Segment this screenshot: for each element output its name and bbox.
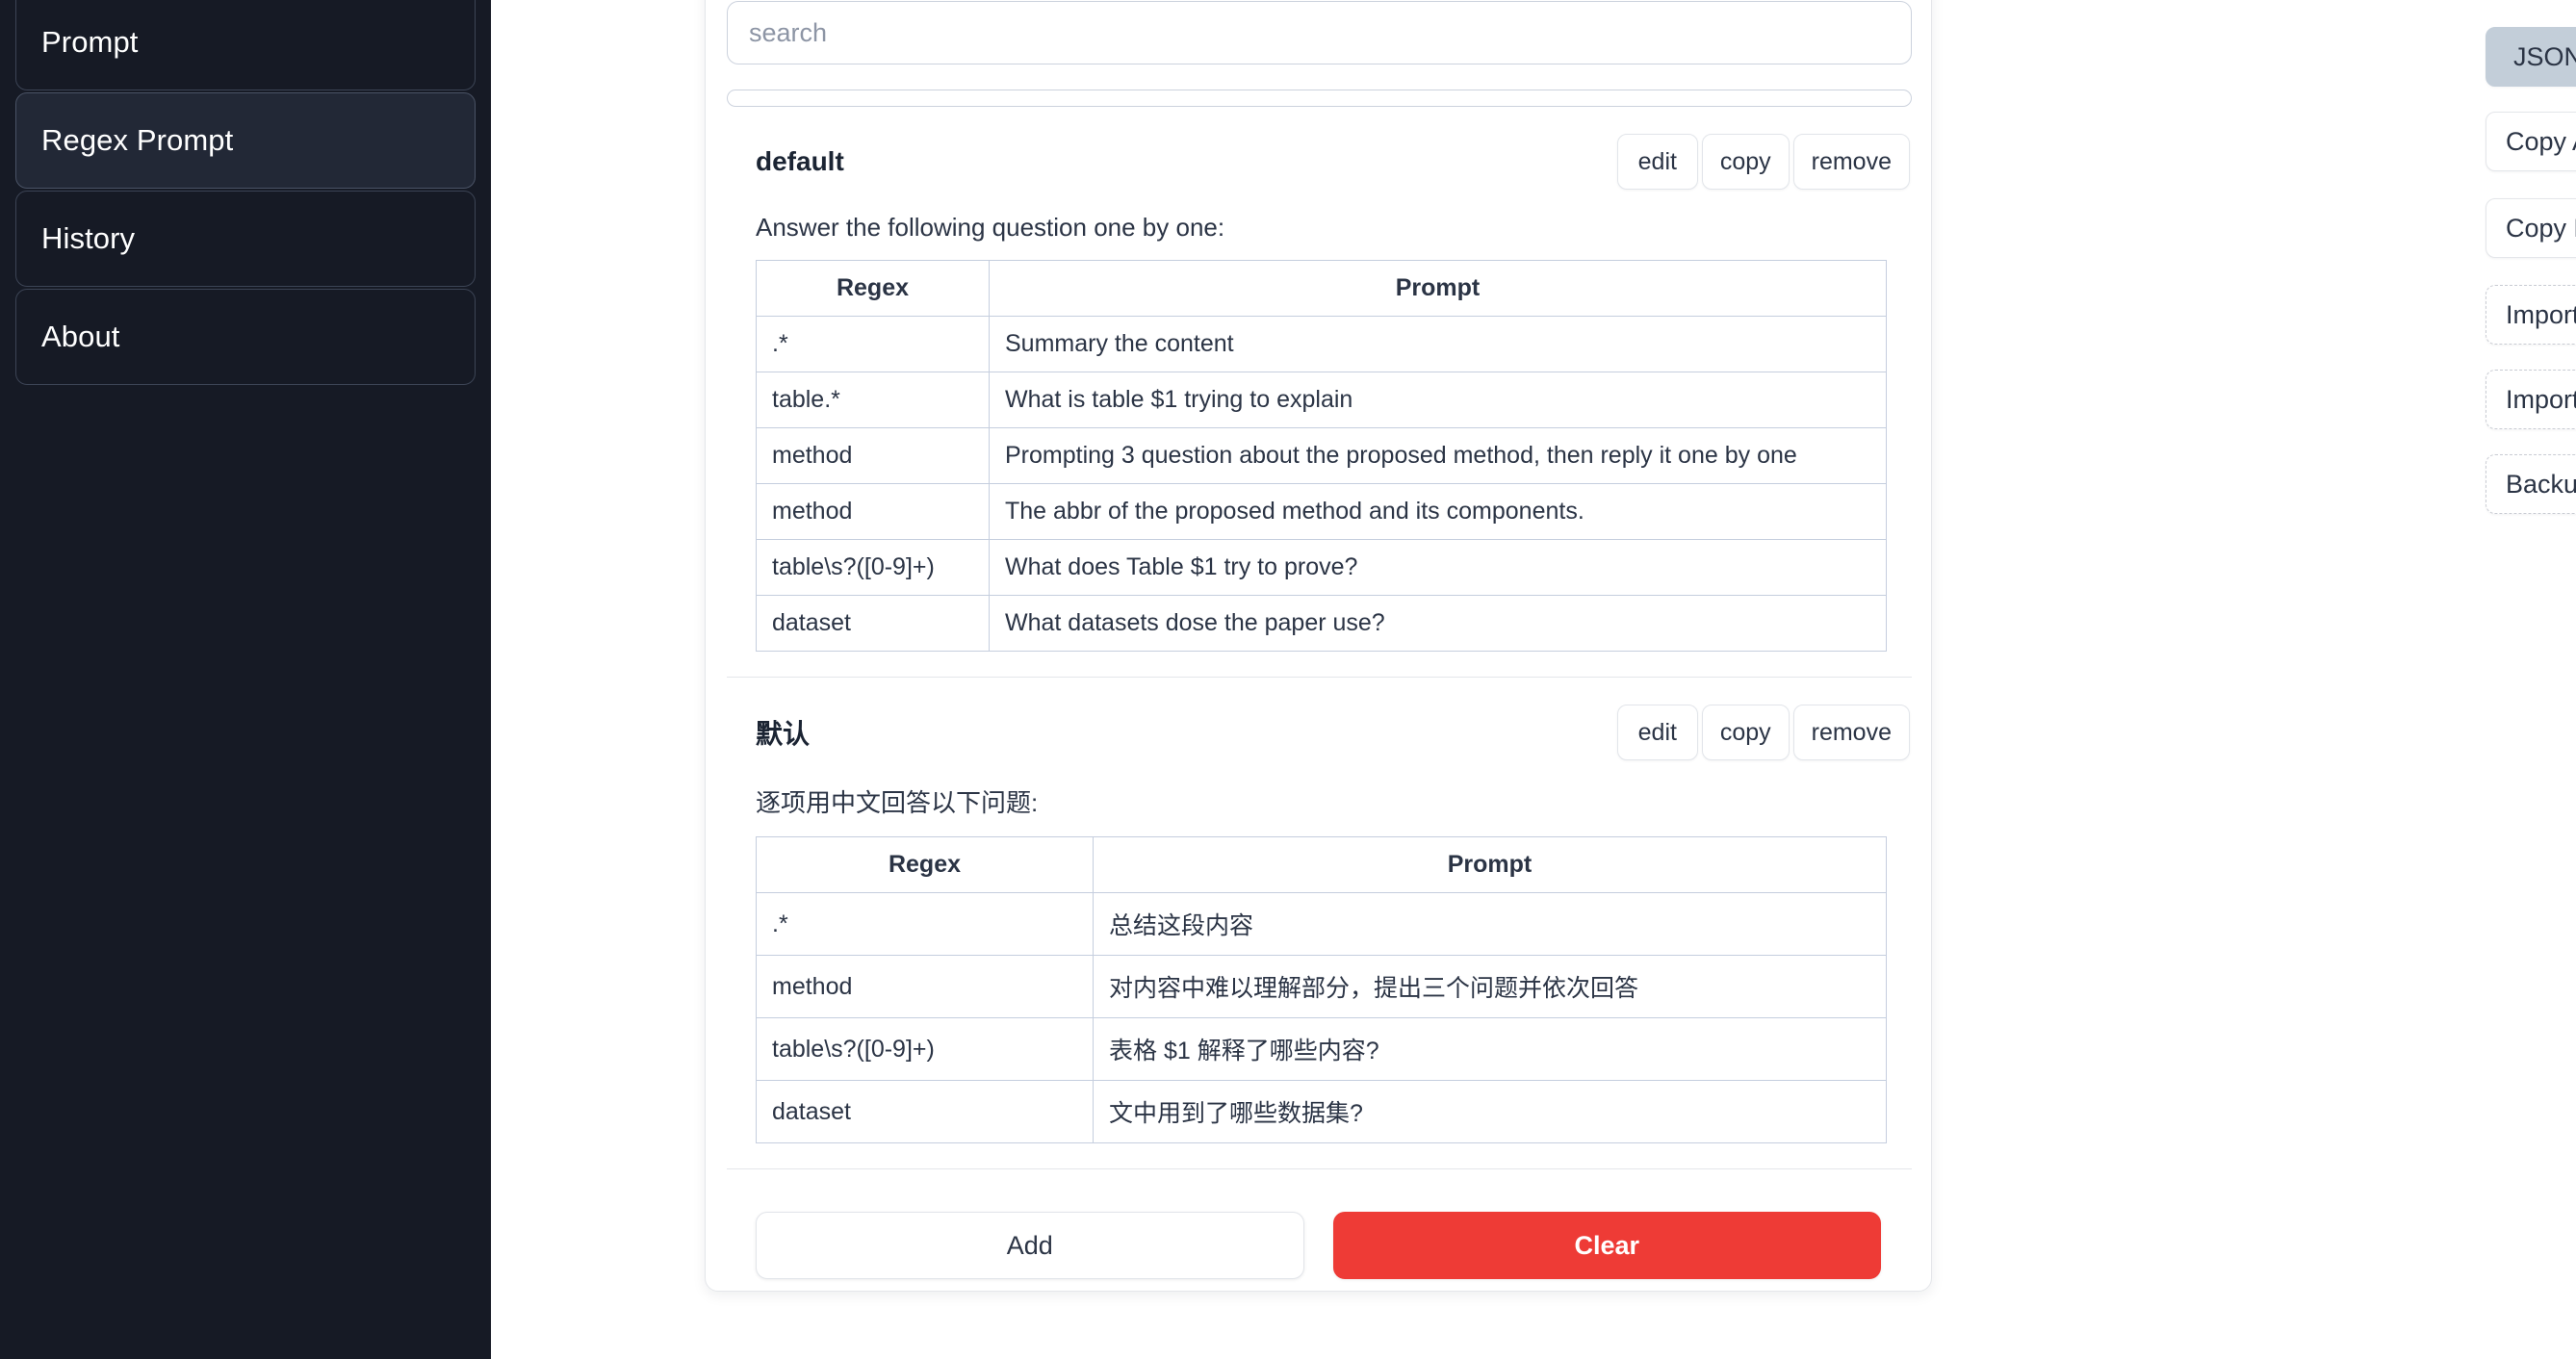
regex-cell: table\s?([0-9]+) (756, 1017, 1094, 1081)
table-header-row: Regex Prompt (756, 260, 1887, 317)
add-button[interactable]: Add (756, 1212, 1304, 1279)
copy-button[interactable]: copy (1701, 705, 1790, 760)
main-content-column: defaulteditcopyremoveAnswer the followin… (491, 0, 2576, 1359)
regex-cell: method (756, 483, 990, 540)
regex-cell: dataset (756, 595, 990, 652)
sidebar-item-label: Regex Prompt (41, 123, 234, 157)
table-row: method Prompting 3 question about the pro… (756, 427, 1887, 484)
table-row: dataset 文中用到了哪些数据集? (756, 1080, 1887, 1143)
table-row: .* Summary the content (756, 316, 1887, 372)
regex-prompt-panel: defaulteditcopyremoveAnswer the followin… (705, 0, 1932, 1292)
prompt-cell: What does Table $1 try to prove? (989, 539, 1887, 596)
search-row (727, 0, 1912, 64)
import-from-json-file-button[interactable]: Import (from Json File) (2486, 285, 2576, 345)
prompt-cell: 对内容中难以理解部分，提出三个问题并依次回答 (1093, 955, 1887, 1018)
prompt-cell: The abbr of the proposed method and its … (989, 483, 1887, 540)
sidebar-item-regex-prompt[interactable]: Regex Prompt (15, 92, 476, 189)
backup-button[interactable]: Backup (2486, 454, 2576, 514)
sidebar-item-label: History (41, 221, 136, 255)
prompt-card-title: 默认 (756, 719, 811, 749)
table-row: table\s?([0-9]+) 表格 $1 解释了哪些内容? (756, 1017, 1887, 1081)
prompt-card-actions: edit copy remove (1613, 134, 1910, 190)
column-header: Prompt (1093, 836, 1887, 893)
tab-json[interactable]: JSON (2486, 27, 2576, 87)
prompt-card: default edit copy remove Answer the followin… (727, 107, 1912, 678)
divider-bar[interactable] (727, 90, 1912, 107)
app-root: PromptRegex PromptHistoryAbout defaulted… (0, 0, 2576, 1359)
sidebar-item-history[interactable]: History (15, 191, 476, 287)
prompt-card-subtitle: 逐项用中文回答以下问题: (756, 788, 1039, 817)
sidebar-item-label: Prompt (41, 25, 139, 59)
regex-cell: table.* (756, 372, 990, 428)
prompt-card-title: default (756, 146, 844, 176)
clear-button[interactable]: Clear (1332, 1212, 1881, 1279)
sidebar-item-about[interactable]: About (15, 289, 476, 385)
prompt-card-subtitle: Answer the following question one by one… (756, 213, 1225, 242)
regex-cell: dataset (756, 1080, 1094, 1143)
prompt-card: 默认 edit copy remove 逐项用中文回答以下问题: Regex Prompt.… (727, 678, 1912, 1169)
search-input[interactable] (727, 1, 1912, 64)
regex-cell: method (756, 427, 990, 484)
copy-all-button[interactable]: Copy All (2486, 112, 2576, 171)
table-row: table\s?([0-9]+) What does Table $1 try t… (756, 539, 1887, 596)
sidebar: Prompt Regex Prompt History About (0, 0, 491, 1359)
prompt-cell: 总结这段内容 (1093, 892, 1887, 956)
regex-prompt-table: Regex Prompt .* 总结这段内容 method 对内容中难以理解部分，提出三个… (756, 836, 1887, 1143)
footer-actions: Add Clear (727, 1169, 1910, 1279)
sidebar-item-prompt[interactable]: Prompt (15, 0, 476, 90)
regex-cell: table\s?([0-9]+) (756, 539, 990, 596)
prompt-cell: 文中用到了哪些数据集? (1093, 1080, 1887, 1143)
remove-button[interactable]: remove (1792, 705, 1910, 760)
table-row: method 对内容中难以理解部分，提出三个问题并依次回答 (756, 955, 1887, 1018)
table-row: .* 总结这段内容 (756, 892, 1887, 956)
table-row: method The abbr of the proposed method an… (756, 483, 1887, 540)
prompt-cell: 表格 $1 解释了哪些内容? (1093, 1017, 1887, 1081)
regex-cell: .* (756, 892, 1094, 956)
table-row: table.* What is table $1 trying to explai… (756, 372, 1887, 428)
prompt-card-header: 默认 edit copy remove (727, 703, 1912, 762)
prompt-cell: Prompting 3 question about the proposed … (989, 427, 1887, 484)
sidebar-item-label: About (41, 320, 120, 353)
prompt-card-actions: edit copy remove (1613, 705, 1910, 760)
prompt-cell: What is table $1 trying to explain (989, 372, 1887, 428)
prompt-cell: What datasets dose the paper use? (989, 595, 1887, 652)
prompt-card-list: default edit copy remove Answer the followin… (727, 107, 1912, 1169)
column-header: Prompt (989, 260, 1887, 317)
table-row: dataset What datasets dose the paper use? (756, 595, 1887, 652)
regex-prompt-table: Regex Prompt .* Summary the content table.* W… (756, 260, 1887, 652)
format-tab-group: JSONMarkdown (2486, 27, 2576, 87)
column-header: Regex (756, 260, 990, 317)
remove-button[interactable]: remove (1792, 134, 1910, 190)
edit-button[interactable]: edit (1616, 134, 1698, 190)
copy-button[interactable]: copy (1701, 134, 1790, 190)
copy-filtered-button[interactable]: Copy Filtered (2486, 198, 2576, 258)
edit-button[interactable]: edit (1616, 705, 1698, 760)
prompt-card-header: default edit copy remove (727, 132, 1912, 192)
column-header: Regex (756, 836, 1094, 893)
export-button-list: Copy All Copy Filtered Import (from Json F… (2486, 112, 2576, 539)
prompt-cell: Summary the content (989, 316, 1887, 372)
table-header-row: Regex Prompt (756, 836, 1887, 893)
regex-cell: method (756, 955, 1094, 1018)
import-from-clipboard-button[interactable]: Import (from Clipboard) (2486, 370, 2576, 429)
regex-cell: .* (756, 316, 990, 372)
export-panel: JSONMarkdown Copy All Copy Filtered Import… (2486, 0, 2576, 539)
